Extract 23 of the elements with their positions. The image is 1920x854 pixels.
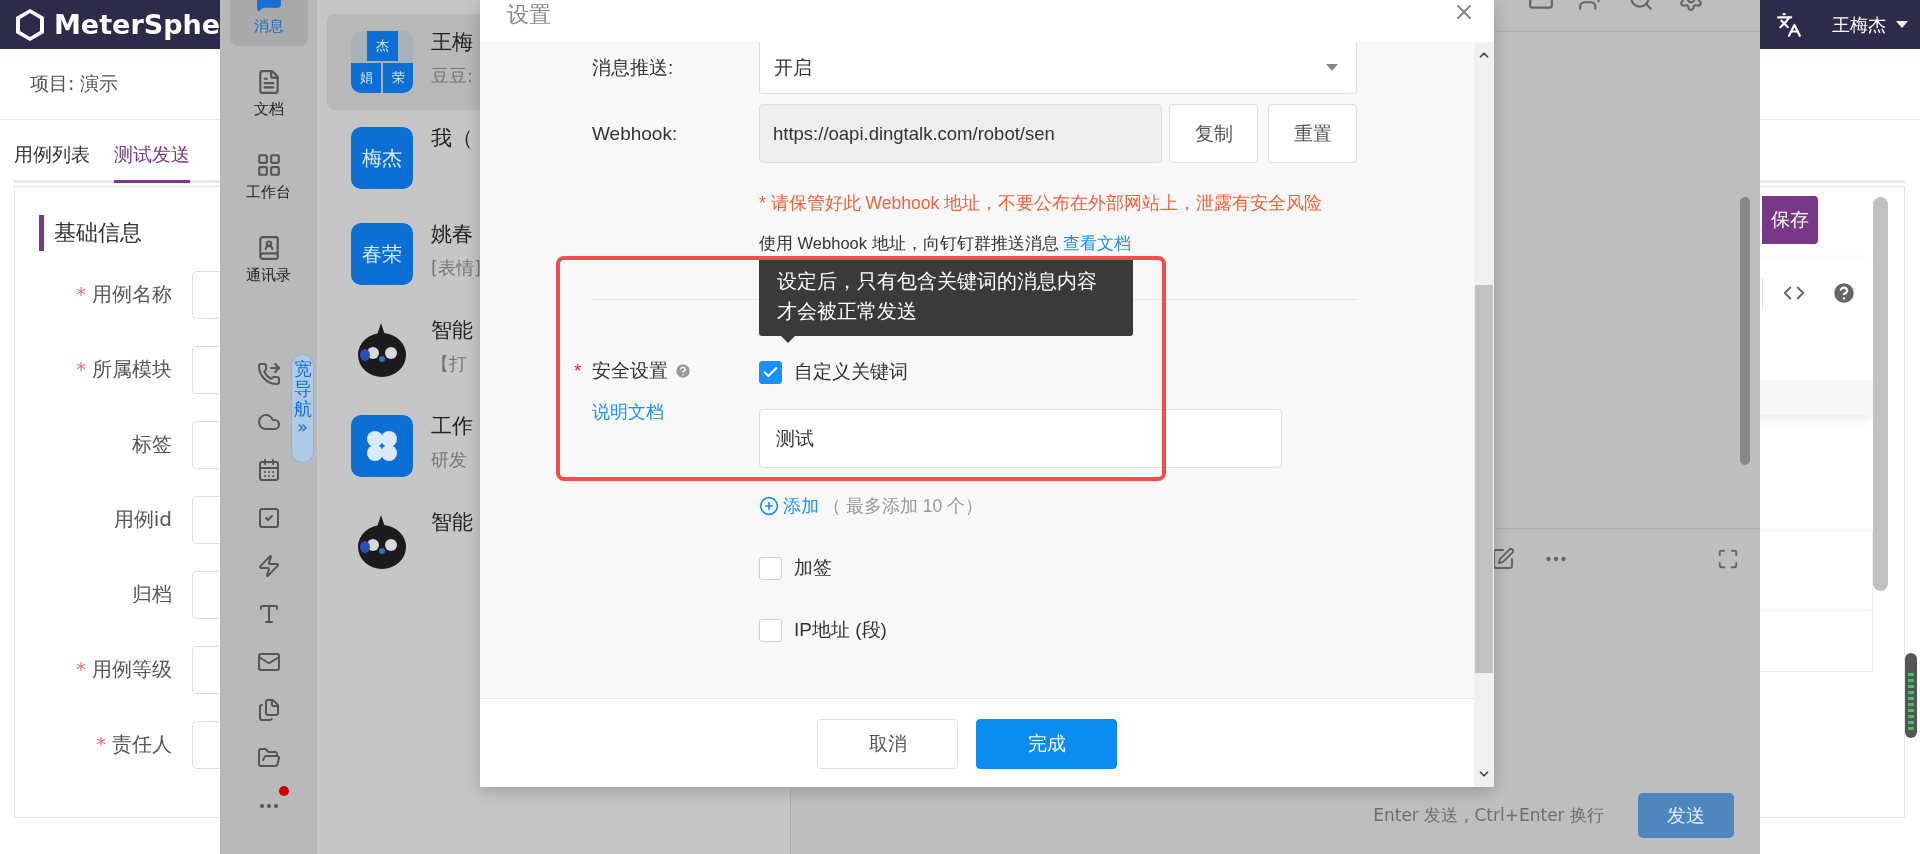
checkbox-label: 加签 — [794, 556, 832, 580]
field-label: * 所属模块 — [75, 356, 172, 383]
section-title: 基础信息 — [54, 219, 142, 247]
usage-text: 使用 Webhook 地址，向钉钉群推送消息 — [759, 233, 1059, 254]
field-label: 安全设置 — [592, 359, 668, 383]
field-label: * 用例名称 — [75, 281, 172, 308]
field-label: 用例id — [112, 506, 172, 533]
field-label: * 用例等级 — [75, 656, 172, 683]
checkbox-label: IP地址 (段) — [794, 618, 887, 642]
dialog-title: 设置 — [507, 1, 551, 29]
project-name: 项目: 演示 — [30, 71, 119, 96]
input-hint: Enter 发送 , Ctrl+Enter 换行 — [1373, 804, 1604, 827]
tooltip: 设定后，只有包含关键词的消息内容才会被正常发送 — [759, 258, 1133, 336]
warning-text: * 请保管好此 Webhook 地址，不要公布在外部网站上，泄露有安全风险 — [759, 192, 1323, 215]
field-label: * 责任人 — [95, 731, 172, 758]
add-hint: （ 最多添加 10 个） — [823, 495, 984, 518]
field-label: 消息推送: — [592, 55, 675, 80]
field-label: Webhook: — [592, 122, 679, 145]
field-label: 标签 — [131, 431, 172, 458]
logo-text: MeterSphe — [54, 9, 221, 40]
field-label: 归档 — [131, 581, 172, 608]
checkbox-label: 自定义关键词 — [794, 360, 908, 384]
required-mark: * — [574, 360, 582, 382]
